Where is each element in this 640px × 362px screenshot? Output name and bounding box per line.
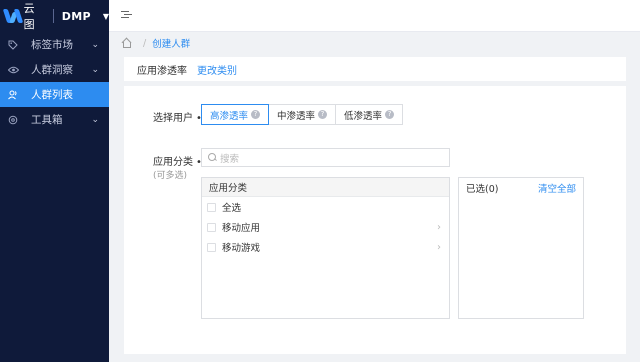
- category-search-input[interactable]: 搜索: [201, 148, 450, 167]
- select-user-label-text: 选择用户: [153, 113, 193, 124]
- breadcrumb-separator: /: [143, 37, 147, 49]
- home-icon[interactable]: [121, 38, 131, 48]
- checkbox[interactable]: [207, 242, 216, 252]
- users-icon: [7, 90, 19, 100]
- medium-penetration-option[interactable]: 中渗透率 ?: [268, 104, 337, 125]
- search-icon: [208, 153, 217, 162]
- sidebar-item-toolbox[interactable]: 工具箱 ⌄: [0, 107, 109, 132]
- help-icon[interactable]: ?: [318, 110, 328, 119]
- settings-icon: [7, 115, 19, 125]
- breadcrumb-current[interactable]: 创建人群: [152, 36, 190, 50]
- option-label: 中渗透率: [277, 110, 316, 122]
- sidebar-item-tag-market[interactable]: 标签市场 ⌄: [0, 32, 109, 57]
- category-list: 应用分类 全选 移动应用 › 移动游戏 ›: [201, 177, 450, 319]
- low-penetration-option[interactable]: 低渗透率 ?: [335, 104, 404, 125]
- selected-list-header: 已选(0) 清空全部: [459, 178, 583, 197]
- eye-icon: [7, 66, 19, 74]
- checkbox[interactable]: [207, 202, 216, 212]
- list-item-mobile-games[interactable]: 移动游戏 ›: [202, 237, 449, 257]
- form-panel: 选择用户 • 高渗透率 ? 中渗透率 ? 低渗透率 ? 应用分类 • (可多选) 搜…: [124, 86, 626, 354]
- category-title: 应用渗透率: [137, 65, 187, 77]
- option-label: 低渗透率: [344, 110, 383, 122]
- page-bottom: [109, 355, 640, 362]
- chevron-down-icon: ⌄: [91, 39, 99, 50]
- logo-icon: [2, 9, 24, 23]
- app-category-label: 应用分类 • (可多选): [153, 153, 202, 181]
- category-bar: 应用渗透率 更改类别: [124, 57, 626, 81]
- menu-fold-icon[interactable]: [121, 9, 133, 21]
- penetration-segmented-control: 高渗透率 ? 中渗透率 ? 低渗透率 ?: [201, 104, 404, 125]
- brand-bar: 云图 DMP ▼: [0, 0, 109, 32]
- option-label: 高渗透率: [210, 110, 249, 122]
- breadcrumb: / 创建人群: [121, 36, 190, 50]
- product-name[interactable]: DMP: [62, 10, 91, 23]
- selected-list: 已选(0) 清空全部: [458, 177, 584, 319]
- list-item-mobile-apps[interactable]: 移动应用 ›: [202, 217, 449, 237]
- chevron-right-icon[interactable]: ›: [437, 222, 441, 233]
- sidebar: 云图 DMP ▼ 标签市场 ⌄ 人群洞察 ⌄ 人群列表 工具箱 ⌄: [0, 0, 109, 362]
- list-item-select-all[interactable]: 全选: [202, 197, 449, 217]
- chevron-down-icon: ⌄: [91, 64, 99, 75]
- search-placeholder: 搜索: [220, 153, 240, 165]
- tag-icon: [7, 40, 19, 50]
- chevron-right-icon[interactable]: ›: [437, 242, 441, 253]
- sidebar-item-crowd-list[interactable]: 人群列表: [0, 82, 109, 107]
- logo-text: 云图: [23, 2, 35, 31]
- multi-select-hint: (可多选): [153, 171, 188, 181]
- list-item-label: 移动游戏: [222, 243, 261, 254]
- select-user-label: 选择用户 •: [153, 109, 202, 124]
- high-penetration-option[interactable]: 高渗透率 ?: [201, 104, 270, 125]
- category-list-header: 应用分类: [202, 178, 449, 197]
- app-category-label-text: 应用分类: [153, 157, 193, 168]
- list-item-label: 移动应用: [222, 223, 261, 234]
- sidebar-item-label: 人群列表: [31, 89, 73, 101]
- brand-logo[interactable]: 云图: [2, 0, 44, 32]
- chevron-down-icon: ⌄: [91, 114, 99, 125]
- selected-count: 已选(0): [466, 183, 499, 195]
- help-icon[interactable]: ?: [385, 110, 395, 119]
- help-icon[interactable]: ?: [251, 110, 261, 119]
- top-bar: [109, 0, 640, 32]
- clear-all-link[interactable]: 清空全部: [538, 181, 576, 195]
- list-item-label: 全选: [222, 203, 242, 214]
- brand-divider: [52, 9, 54, 23]
- change-category-link[interactable]: 更改类别: [197, 62, 237, 77]
- sidebar-item-crowd-insight[interactable]: 人群洞察 ⌄: [0, 57, 109, 82]
- checkbox[interactable]: [207, 222, 216, 232]
